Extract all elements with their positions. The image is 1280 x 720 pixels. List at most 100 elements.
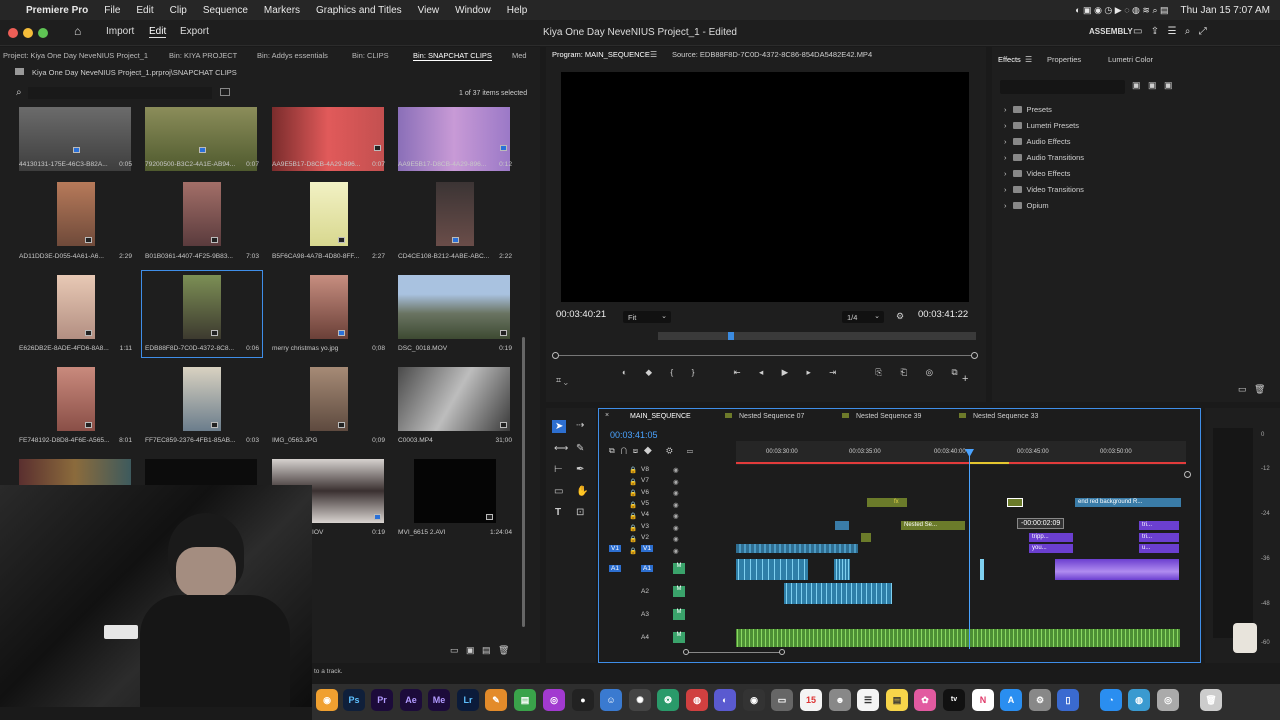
- app-store-icon[interactable]: A: [1000, 689, 1022, 711]
- effects-folder-video-transitions[interactable]: › Video Transitions: [1004, 185, 1084, 194]
- track-select-icon[interactable]: ⇢: [576, 420, 584, 431]
- tab-bin-kiya[interactable]: Bin: KIYA PROJECT: [169, 51, 237, 60]
- clip-thumbnail[interactable]: [310, 275, 348, 339]
- app-icon[interactable]: ✺: [629, 689, 651, 711]
- effects-folder-lumetri[interactable]: › Lumetri Presets: [1004, 121, 1079, 130]
- menu-window[interactable]: Window: [455, 5, 491, 16]
- app-icon[interactable]: ◉: [743, 689, 765, 711]
- mute-button[interactable]: M: [673, 632, 685, 643]
- effects-folder-video-effects[interactable]: › Video Effects: [1004, 169, 1070, 178]
- tab-main-sequence[interactable]: MAIN_SEQUENCE: [630, 413, 691, 420]
- video-clip-end-red[interactable]: end red background R...: [1075, 498, 1181, 507]
- video-clip-you[interactable]: you...: [1029, 544, 1073, 553]
- program-video-frame[interactable]: [561, 72, 969, 302]
- audio-clip-music[interactable]: [736, 629, 1180, 647]
- tab-nested-07[interactable]: Nested Sequence 07: [739, 413, 804, 420]
- app-icon[interactable]: ◎: [1157, 689, 1179, 711]
- clip-thumbnail[interactable]: [183, 367, 221, 431]
- track-label[interactable]: A3: [641, 611, 649, 618]
- track-label[interactable]: V4: [641, 511, 649, 518]
- video-clip[interactable]: [861, 533, 871, 542]
- hand-icon[interactable]: ✋: [576, 486, 588, 497]
- tab-media[interactable]: Med: [512, 51, 527, 60]
- trash-icon[interactable]: 🗑: [1200, 689, 1222, 711]
- notes-icon[interactable]: ▤: [886, 689, 908, 711]
- ripple-edit-icon[interactable]: ⟷: [554, 443, 568, 454]
- tab-lumetri[interactable]: Lumetri Color: [1108, 55, 1153, 64]
- clip-thumbnail[interactable]: [310, 182, 348, 246]
- audio-clip-purple[interactable]: [1055, 559, 1179, 580]
- app-icon[interactable]: ◎: [543, 689, 565, 711]
- resolution-dropdown[interactable]: 1/4 ⌄: [842, 311, 884, 323]
- pen-icon[interactable]: ✒: [576, 464, 584, 475]
- clip-thumbnail[interactable]: [183, 275, 221, 339]
- finder-icon[interactable]: ☺: [600, 689, 622, 711]
- slip-icon[interactable]: ⊢: [554, 464, 563, 475]
- audio-clip[interactable]: [834, 559, 850, 580]
- tab-bin-snapchat[interactable]: Bin: SNAPCHAT CLIPS: [413, 51, 492, 61]
- tab-nested-33[interactable]: Nested Sequence 33: [973, 413, 1038, 420]
- track-label[interactable]: A4: [641, 634, 649, 641]
- eye-icons[interactable]: ◉ ◉ ◉ ◉ ◉ ◉ ◉ ◉: [673, 465, 679, 557]
- tab-nested-39[interactable]: Nested Sequence 39: [856, 413, 921, 420]
- workspace-icons[interactable]: ▭ ⇪ ☰ ⌕ ⤢: [1133, 26, 1207, 37]
- selection-tool-icon[interactable]: ➤: [552, 420, 567, 433]
- media-encoder-icon[interactable]: Me: [428, 689, 450, 711]
- mute-button[interactable]: M: [673, 586, 685, 597]
- system-settings-icon[interactable]: ⚙: [1029, 689, 1051, 711]
- track-label[interactable]: V1: [641, 545, 653, 552]
- menu-file[interactable]: File: [104, 5, 120, 16]
- tab-bin-addys[interactable]: Bin: Addys essentials: [257, 51, 328, 60]
- video-clip-u[interactable]: u...: [1139, 544, 1179, 553]
- timeline-scrollbar[interactable]: [685, 652, 785, 653]
- calendar-icon[interactable]: 15: [800, 689, 822, 711]
- source-patch-a1[interactable]: A1: [609, 565, 621, 572]
- after-effects-icon[interactable]: Ae: [400, 689, 422, 711]
- menu-view[interactable]: View: [418, 5, 440, 16]
- scroll-handle-left[interactable]: [683, 649, 689, 655]
- app-icon[interactable]: ●: [572, 689, 594, 711]
- video-clip-nested[interactable]: Nested Se...: [901, 521, 965, 530]
- add-button-icon[interactable]: +: [962, 373, 968, 385]
- effects-search-input[interactable]: [1000, 80, 1125, 94]
- clip-thumbnail[interactable]: [57, 182, 95, 246]
- status-icons[interactable]: ◐ ▣ ◉ ◷ ▶ ◌ ◍ ≋ ⌕ ▤: [1075, 5, 1168, 16]
- numbers-icon[interactable]: ▤: [514, 689, 536, 711]
- video-clip-tripp[interactable]: tripp...: [1029, 533, 1073, 542]
- audio-clip[interactable]: [736, 559, 808, 580]
- timeline-tool-icons[interactable]: ⧉⋂⧈◆ ⚙ ▭: [609, 446, 699, 456]
- video-clip[interactable]: fx: [867, 498, 907, 507]
- menu-sequence[interactable]: Sequence: [203, 5, 248, 16]
- new-bin-search-icon[interactable]: [220, 88, 230, 96]
- video-clip-tri[interactable]: tri...: [1139, 533, 1179, 542]
- tab-bin-clips[interactable]: Bin: CLIPS: [352, 51, 389, 60]
- clip-thumbnail[interactable]: [398, 275, 510, 339]
- news-icon[interactable]: N: [972, 689, 994, 711]
- track-label[interactable]: V6: [641, 489, 649, 496]
- razor-icon[interactable]: ✎: [576, 443, 584, 454]
- video-clip-strip[interactable]: [736, 544, 858, 553]
- chrome-icon[interactable]: ◍: [686, 689, 708, 711]
- search-icon[interactable]: ⌕: [16, 87, 22, 98]
- video-clip[interactable]: [835, 521, 849, 530]
- lightroom-icon[interactable]: Lr: [457, 689, 479, 711]
- track-label[interactable]: V8: [641, 466, 649, 473]
- caption-icon[interactable]: ⊡: [576, 507, 584, 518]
- tab-source[interactable]: Source: EDB88F8D-7C0D-4372-8C86-854DA548…: [672, 50, 872, 59]
- rectangle-icon[interactable]: ▭: [554, 486, 563, 497]
- lock-icons[interactable]: 🔒 🔒 🔒 🔒 🔒 🔒 🔒 🔒: [629, 465, 637, 557]
- program-timecode-left[interactable]: 00:03:40:21: [556, 309, 606, 320]
- clip-thumbnail[interactable]: [436, 182, 474, 246]
- zoom-handle-right[interactable]: [971, 352, 978, 359]
- search-input[interactable]: [28, 87, 212, 99]
- zoom-bar[interactable]: [556, 355, 976, 356]
- fit-dropdown[interactable]: Fit ⌄: [623, 311, 671, 323]
- photoshop-icon[interactable]: Ps: [343, 689, 365, 711]
- video-clip[interactable]: [1007, 498, 1023, 507]
- contacts-icon[interactable]: ☻: [829, 689, 851, 711]
- menu-clip[interactable]: Clip: [170, 5, 187, 16]
- mute-button[interactable]: M: [673, 609, 685, 620]
- bin-bottom-icons[interactable]: ▭ ▣ ▤ 🗑: [450, 645, 509, 656]
- premiere-icon[interactable]: Pr: [371, 689, 393, 711]
- app-name[interactable]: Premiere Pro: [26, 5, 88, 16]
